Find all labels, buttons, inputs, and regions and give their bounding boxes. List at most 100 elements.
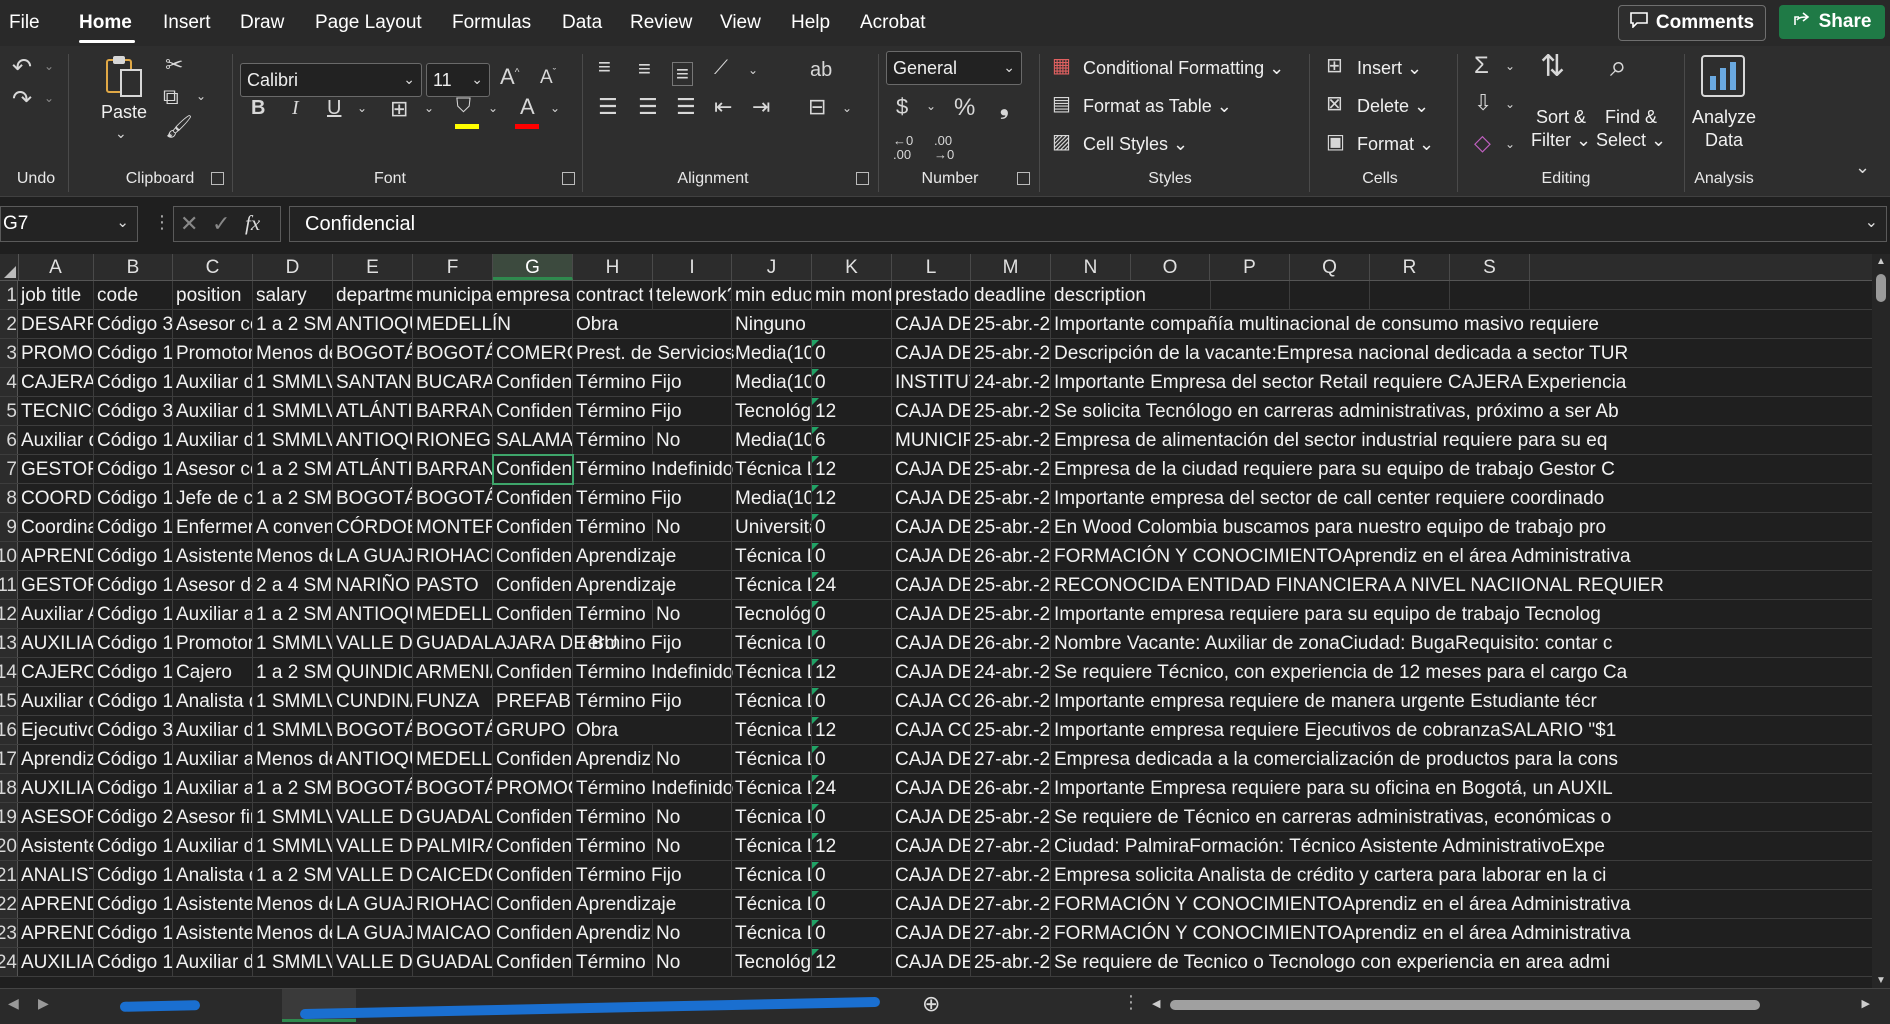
fill-icon[interactable]: ⇩: [1474, 92, 1492, 114]
insert-cells-icon[interactable]: ⊞: [1326, 56, 1343, 76]
table-cell[interactable]: PALMIRA: [413, 832, 493, 860]
row-header[interactable]: 15: [0, 687, 18, 715]
table-cell[interactable]: CAJA COL: [892, 687, 971, 715]
table-cell[interactable]: ANALISTA: [18, 861, 94, 889]
table-cell[interactable]: Promotor: [173, 339, 253, 367]
empty-cell[interactable]: [1450, 455, 1530, 483]
empty-cell[interactable]: [1210, 832, 1290, 860]
conditional-formatting-icon[interactable]: ▦: [1052, 56, 1071, 76]
table-cell[interactable]: AUXILIAR I: [18, 629, 94, 657]
table-cell[interactable]: 1 SMMLV: [253, 687, 333, 715]
font-color-icon[interactable]: A: [520, 96, 535, 118]
column-header-g[interactable]: G: [493, 254, 573, 280]
table-cell[interactable]: 25-abr.-20: [971, 803, 1051, 831]
empty-cell[interactable]: [1210, 571, 1290, 599]
empty-cell[interactable]: [1450, 919, 1530, 947]
column-header-c[interactable]: C: [173, 254, 253, 280]
table-cell[interactable]: APRENDIZ: [18, 890, 94, 918]
table-cell[interactable]: [653, 716, 732, 744]
table-cell[interactable]: GUADALA.: [413, 948, 493, 976]
table-cell[interactable]: CAJA DE C: [892, 948, 971, 976]
empty-cell[interactable]: [1210, 890, 1290, 918]
table-cell[interactable]: QUINDIO: [333, 658, 413, 686]
table-cell[interactable]: PASTO: [413, 571, 493, 599]
table-cell[interactable]: Menos de: [253, 542, 333, 570]
empty-cell[interactable]: [1210, 426, 1290, 454]
row-header[interactable]: 13: [0, 629, 18, 657]
table-cell[interactable]: RIONEGRO: [413, 426, 493, 454]
empty-cell[interactable]: [1450, 716, 1530, 744]
column-header-r[interactable]: R: [1370, 254, 1450, 280]
table-cell[interactable]: 1 SMMLV: [253, 716, 333, 744]
table-cell[interactable]: Término Fijo: [573, 861, 682, 889]
table-cell[interactable]: RIOHACHA: [413, 890, 493, 918]
table-cell[interactable]: Término F: [573, 803, 653, 831]
column-title-cell[interactable]: min montl: [812, 281, 892, 309]
table-cell[interactable]: [653, 310, 732, 338]
column-header-n[interactable]: N: [1051, 254, 1131, 280]
empty-cell[interactable]: [1290, 513, 1370, 541]
table-cell[interactable]: MEDELLÍN: [413, 310, 511, 338]
table-cell[interactable]: VALLE DEL: [333, 629, 413, 657]
analyze-data-icon[interactable]: [1700, 54, 1746, 103]
table-cell[interactable]: CAJA DE C: [892, 542, 971, 570]
find-select-button[interactable]: Find & Select ⌄: [1594, 106, 1668, 152]
table-cell[interactable]: Universita: [732, 513, 812, 541]
empty-cell[interactable]: [1131, 861, 1211, 889]
table-cell[interactable]: LA GUAJIR: [333, 890, 413, 918]
number-format-select[interactable]: General ⌄: [886, 51, 1022, 85]
table-cell[interactable]: CAJA DE C: [892, 629, 971, 657]
table-cell[interactable]: Confidenc: [493, 368, 573, 396]
number-as-text-indicator[interactable]: [812, 862, 819, 869]
row-header[interactable]: 23: [0, 919, 18, 947]
number-as-text-indicator[interactable]: [812, 514, 819, 521]
column-header-j[interactable]: J: [732, 254, 812, 280]
table-cell[interactable]: MONTERÍA: [413, 513, 493, 541]
table-cell[interactable]: Código 31: [94, 397, 173, 425]
empty-cell[interactable]: [1370, 339, 1450, 367]
table-cell[interactable]: SALAMAN: [493, 426, 573, 454]
empty-cell[interactable]: [1210, 542, 1290, 570]
table-cell[interactable]: No: [653, 745, 732, 773]
empty-cell[interactable]: [1131, 716, 1211, 744]
table-cell[interactable]: 1 a 2 SMM: [253, 861, 333, 889]
table-cell[interactable]: Analista de: [173, 687, 253, 715]
menu-home[interactable]: Home: [79, 12, 132, 34]
table-cell[interactable]: [653, 455, 732, 483]
scroll-left-icon[interactable]: ◀: [1152, 997, 1160, 1010]
table-cell[interactable]: Aprendiza: [573, 745, 653, 773]
table-cell[interactable]: BOGOTÁ,: [333, 339, 413, 367]
table-cell[interactable]: Término Fijo: [573, 368, 682, 396]
table-cell[interactable]: Tecnológic: [732, 948, 812, 976]
empty-cell[interactable]: [1210, 368, 1290, 396]
table-cell[interactable]: GUADALAJARA DE BU: [413, 629, 618, 657]
row-header[interactable]: 7: [0, 455, 18, 483]
column-title-cell[interactable]: code: [94, 281, 173, 309]
redacted-sheet-tab[interactable]: [119, 1000, 201, 1012]
table-cell[interactable]: Código 16: [94, 455, 173, 483]
table-cell[interactable]: CAJA DE C: [892, 861, 971, 889]
table-cell[interactable]: 25-abr.-20: [971, 484, 1051, 512]
increase-indent-icon[interactable]: ⇥: [752, 96, 770, 118]
row-header[interactable]: 8: [0, 484, 18, 512]
menu-acrobat[interactable]: Acrobat: [860, 12, 925, 34]
delete-cells-button[interactable]: Delete ⌄: [1357, 96, 1429, 117]
empty-cell[interactable]: [1450, 803, 1530, 831]
table-cell[interactable]: 0: [812, 745, 892, 773]
empty-cell[interactable]: [1450, 571, 1530, 599]
row-header[interactable]: 5: [0, 397, 18, 425]
number-as-text-indicator[interactable]: [812, 398, 819, 405]
table-cell[interactable]: 25-abr.-20: [971, 513, 1051, 541]
table-cell[interactable]: No: [653, 919, 732, 947]
table-cell[interactable]: Código 16: [94, 484, 173, 512]
alignment-launcher-icon[interactable]: [856, 172, 869, 185]
empty-cell[interactable]: [1290, 629, 1370, 657]
align-bottom-icon[interactable]: ≡: [672, 62, 693, 86]
empty-cell[interactable]: [1290, 716, 1370, 744]
table-cell[interactable]: CAJA DE C: [892, 513, 971, 541]
empty-cell[interactable]: [1131, 890, 1211, 918]
vertical-scroll-thumb[interactable]: [1876, 274, 1886, 302]
redo-icon[interactable]: ↷: [12, 88, 32, 112]
number-as-text-indicator[interactable]: [812, 601, 819, 608]
comments-button[interactable]: Comments: [1618, 5, 1766, 41]
